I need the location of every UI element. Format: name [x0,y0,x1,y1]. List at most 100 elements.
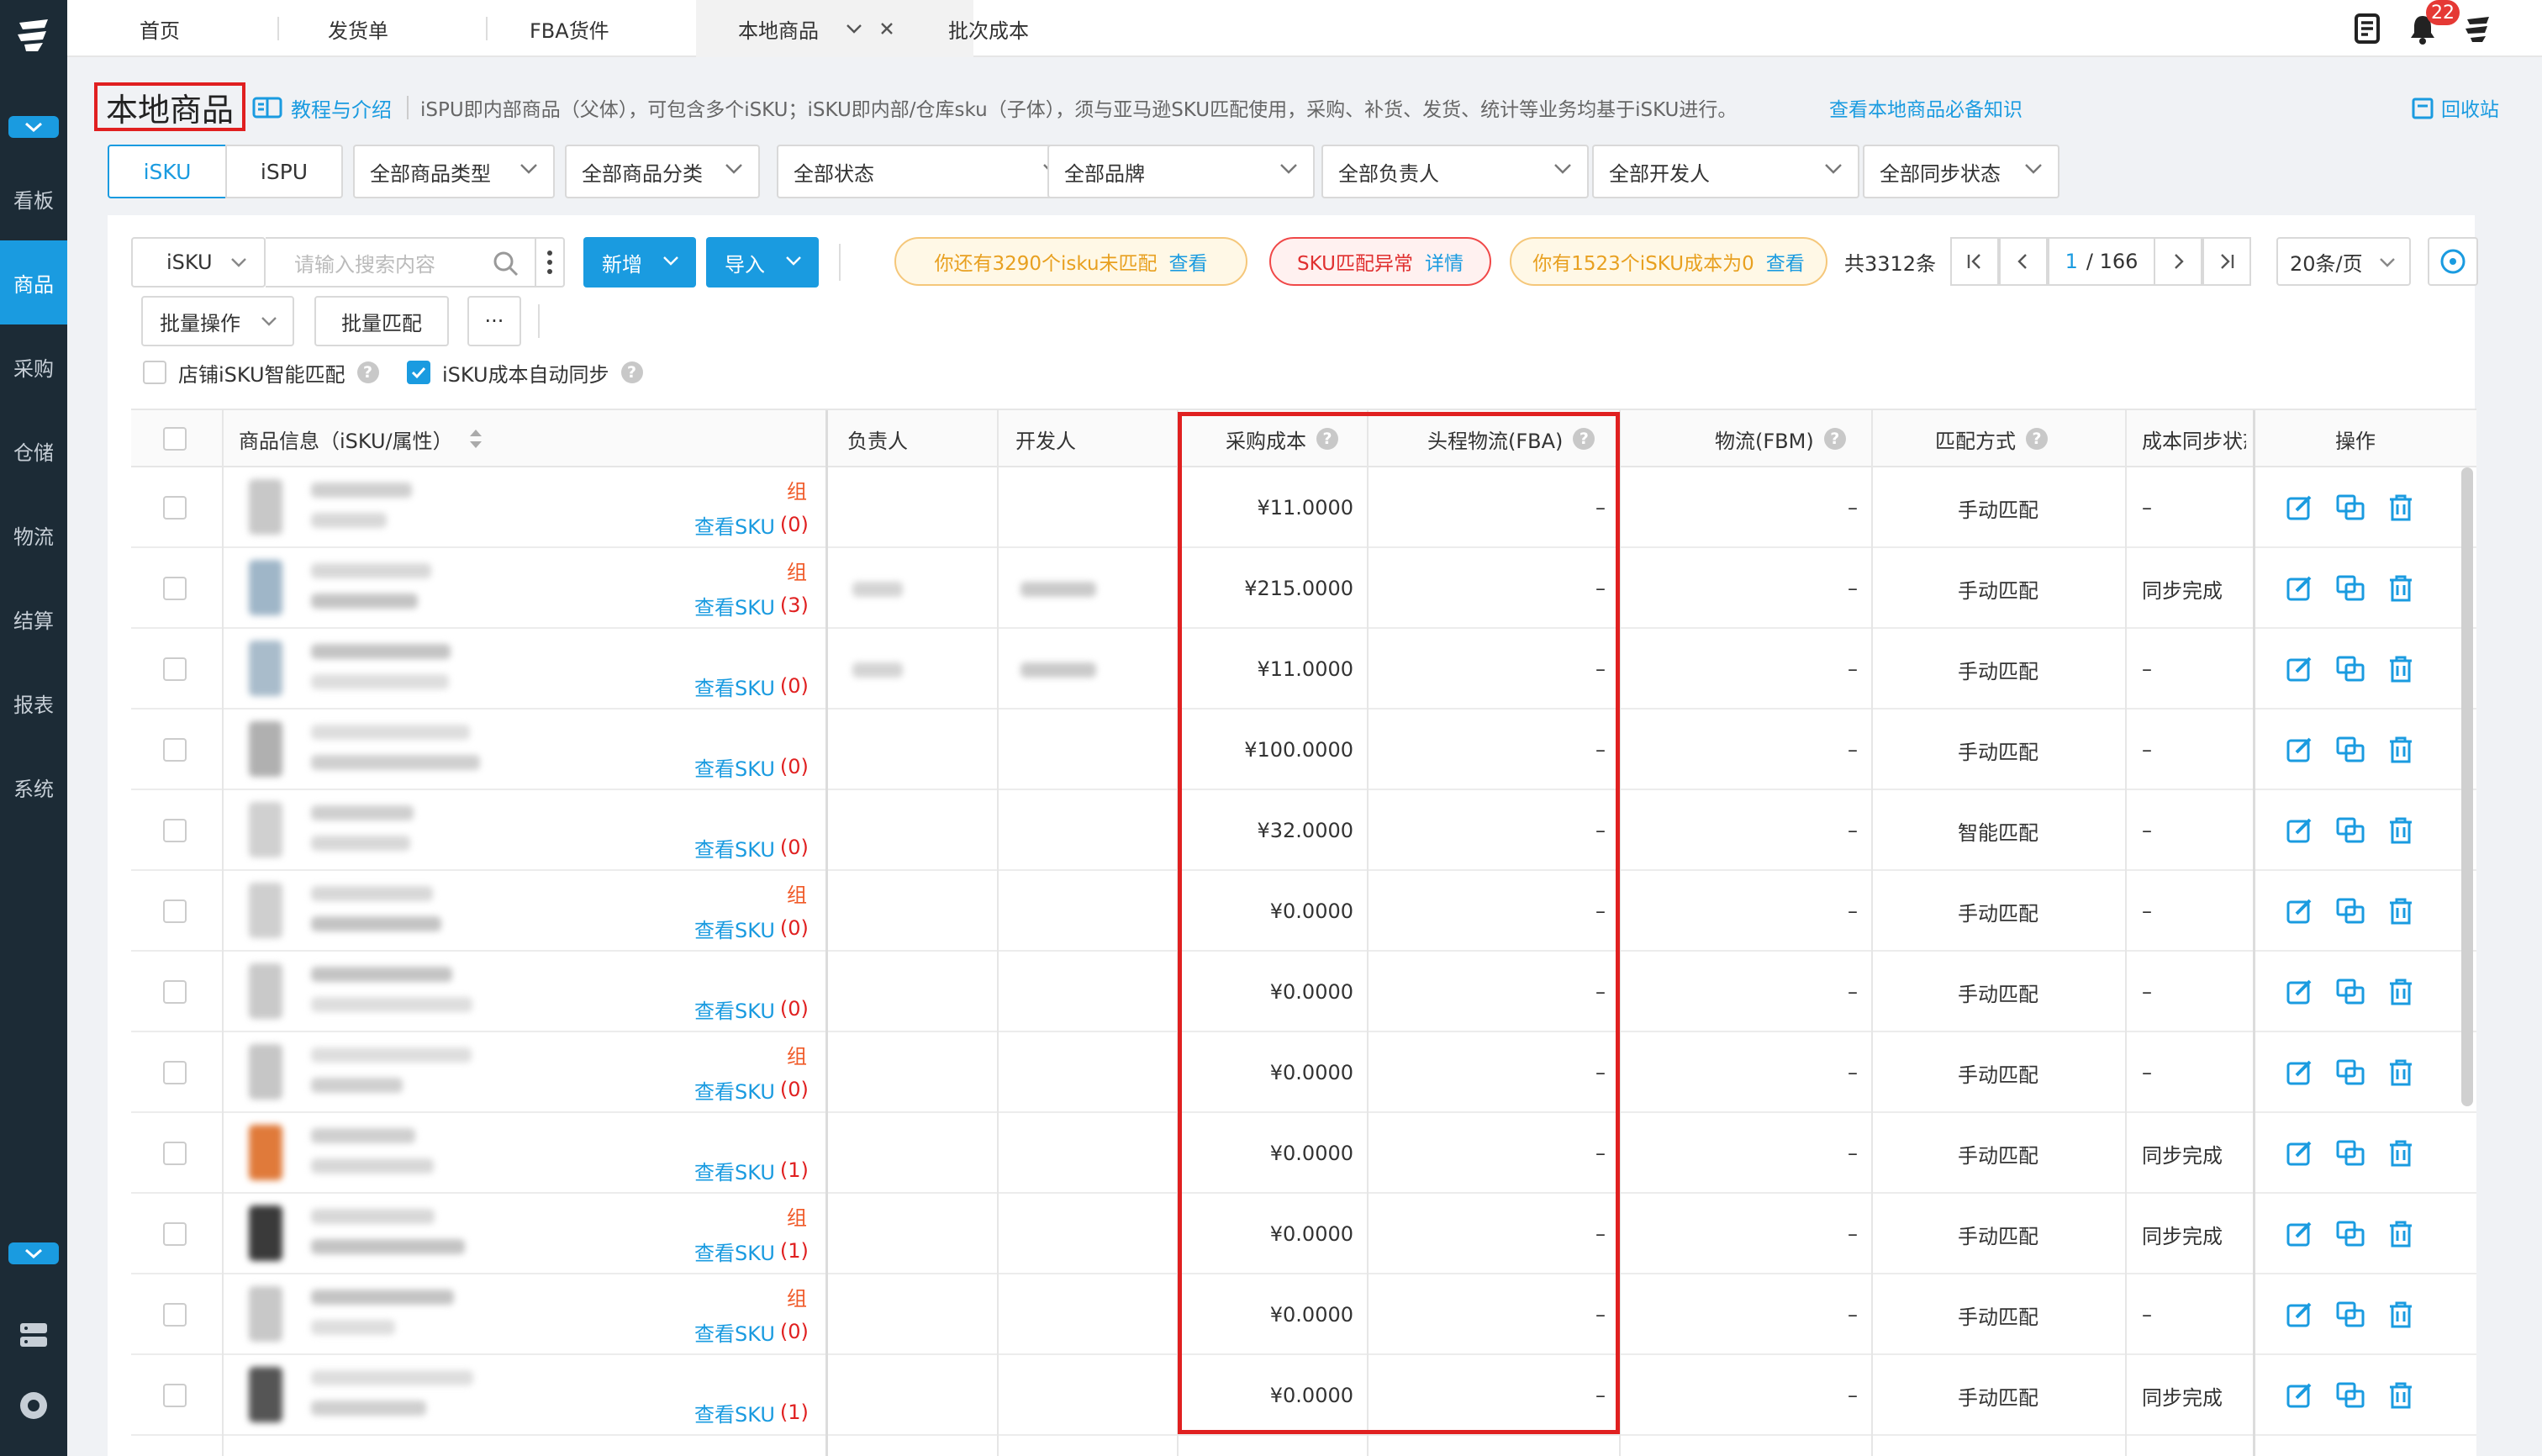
page-number-input[interactable]: 1 / 166 [2048,237,2155,286]
sidebar-item-reports[interactable]: 报表 [0,661,67,745]
help-icon[interactable]: ? [1823,428,1846,450]
delete-icon[interactable] [2384,814,2418,847]
delete-icon[interactable] [2384,572,2418,605]
sidebar-item-dashboard[interactable]: 看板 [0,156,67,240]
delete-icon[interactable] [2384,1217,2418,1251]
edit-icon[interactable] [2283,1298,2317,1332]
copy-icon[interactable] [2334,1056,2367,1089]
row-checkbox[interactable] [163,548,187,629]
sort-icon[interactable] [468,428,483,450]
copy-icon[interactable] [2334,894,2367,928]
sidebar-expand-toggle[interactable] [8,1242,59,1264]
help-icon[interactable]: ? [2026,428,2048,450]
delete-icon[interactable] [2384,975,2418,1009]
delete-icon[interactable] [2384,652,2418,686]
delete-icon[interactable] [2384,1298,2418,1332]
row-checkbox[interactable] [163,629,187,710]
edit-icon[interactable] [2283,814,2317,847]
unmatched-isku-alert[interactable]: 你还有3290个isku未匹配 查看 [894,237,1247,286]
zero-cost-alert[interactable]: 你有1523个iSKU成本为0 查看 [1510,237,1827,286]
copy-icon[interactable] [2334,814,2367,847]
segment-isku[interactable]: iSKU [108,145,227,198]
column-settings-button[interactable] [2428,237,2478,286]
recycle-bin-button[interactable]: 回收站 [2411,92,2499,123]
delete-icon[interactable] [2384,1056,2418,1089]
alert-view-link[interactable]: 查看 [1169,247,1208,276]
filter-select-6[interactable]: 全部同步状态 [1863,145,2059,198]
tab-shipment[interactable]: 发货单 [328,0,388,57]
filter-select-2[interactable]: 全部状态 [777,145,1078,198]
help-icon[interactable]: ? [1573,428,1595,450]
edit-icon[interactable] [2283,491,2317,525]
filter-select-1[interactable]: 全部商品分类 [565,145,760,198]
filter-select-5[interactable]: 全部开发人 [1592,145,1859,198]
select-all-checkbox[interactable] [163,410,187,467]
row-checkbox[interactable] [163,952,187,1032]
copy-icon[interactable] [2334,1379,2367,1412]
copy-icon[interactable] [2334,491,2367,525]
row-checkbox[interactable] [163,1355,187,1436]
view-sku-link[interactable]: 查看SKU (1) [694,1372,809,1453]
prev-page-button[interactable] [1999,237,2048,286]
filter-select-0[interactable]: 全部商品类型 [353,145,555,198]
sidebar-item-storage[interactable]: 仓储 [0,409,67,493]
edit-icon[interactable] [2283,572,2317,605]
alert-detail-link[interactable]: 详情 [1425,247,1463,276]
sidebar-item-purchase[interactable]: 采购 [0,324,67,409]
delete-icon[interactable] [2384,1379,2418,1412]
row-checkbox[interactable] [163,1274,187,1355]
search-field-select[interactable]: iSKU [131,237,266,288]
sidebar-item-logistics[interactable]: 物流 [0,493,67,577]
app-logo-icon[interactable] [7,12,61,59]
edit-icon[interactable] [2283,1056,2317,1089]
delete-icon[interactable] [2384,733,2418,767]
search-icon[interactable] [493,251,519,277]
smart-match-option[interactable]: 店铺iSKU智能匹配 ? [143,358,379,387]
support-icon[interactable] [13,1385,54,1426]
chevron-down-icon[interactable] [846,24,862,34]
page-size-select[interactable]: 20条/页 [2276,237,2411,286]
tab-local-products[interactable]: 本地商品 [696,0,973,57]
copy-icon[interactable] [2334,733,2367,767]
import-button[interactable]: 导入 [706,237,819,288]
edit-icon[interactable] [2283,1217,2317,1251]
row-checkbox[interactable] [163,710,187,790]
col-product-info[interactable]: 商品信息（iSKU/属性） [239,410,483,467]
edit-icon[interactable] [2283,1137,2317,1170]
tab-home[interactable]: 首页 [140,0,180,57]
copy-icon[interactable] [2334,1217,2367,1251]
auto-sync-option[interactable]: iSKU成本自动同步 ? [407,358,643,387]
edit-icon[interactable] [2283,652,2317,686]
document-icon[interactable] [2349,10,2386,47]
copy-icon[interactable] [2334,975,2367,1009]
search-input[interactable]: 请输入搜索内容 [266,237,536,288]
tab-fba[interactable]: FBA货件 [530,0,609,57]
sidebar-collapse-toggle[interactable] [8,116,59,138]
edit-icon[interactable] [2283,975,2317,1009]
more-actions-button[interactable]: ··· [467,296,521,346]
server-icon[interactable] [13,1315,54,1355]
table-scrollbar[interactable] [2461,467,2473,1106]
filter-select-3[interactable]: 全部品牌 [1047,145,1315,198]
last-page-button[interactable] [2202,237,2251,286]
delete-icon[interactable] [2384,1137,2418,1170]
edit-icon[interactable] [2283,894,2317,928]
row-checkbox[interactable] [163,1194,187,1274]
knowledge-link[interactable]: 查看本地商品必备知识 [1829,92,2023,123]
help-icon[interactable]: ? [620,361,643,383]
edit-icon[interactable] [2283,1379,2317,1412]
user-avatar-icon[interactable] [2460,10,2497,47]
row-checkbox[interactable] [163,1113,187,1194]
sidebar-item-settlement[interactable]: 结算 [0,577,67,661]
row-checkbox[interactable] [163,871,187,952]
add-button[interactable]: 新增 [583,237,696,288]
delete-icon[interactable] [2384,491,2418,525]
edit-icon[interactable] [2283,733,2317,767]
help-icon[interactable]: ? [1316,428,1338,450]
next-page-button[interactable] [2154,237,2202,286]
help-icon[interactable]: ? [356,361,379,383]
row-checkbox[interactable] [163,1032,187,1113]
tab-batch-cost[interactable]: 批次成本 [948,0,1029,57]
delete-icon[interactable] [2384,894,2418,928]
smart-match-checkbox[interactable] [143,361,166,384]
